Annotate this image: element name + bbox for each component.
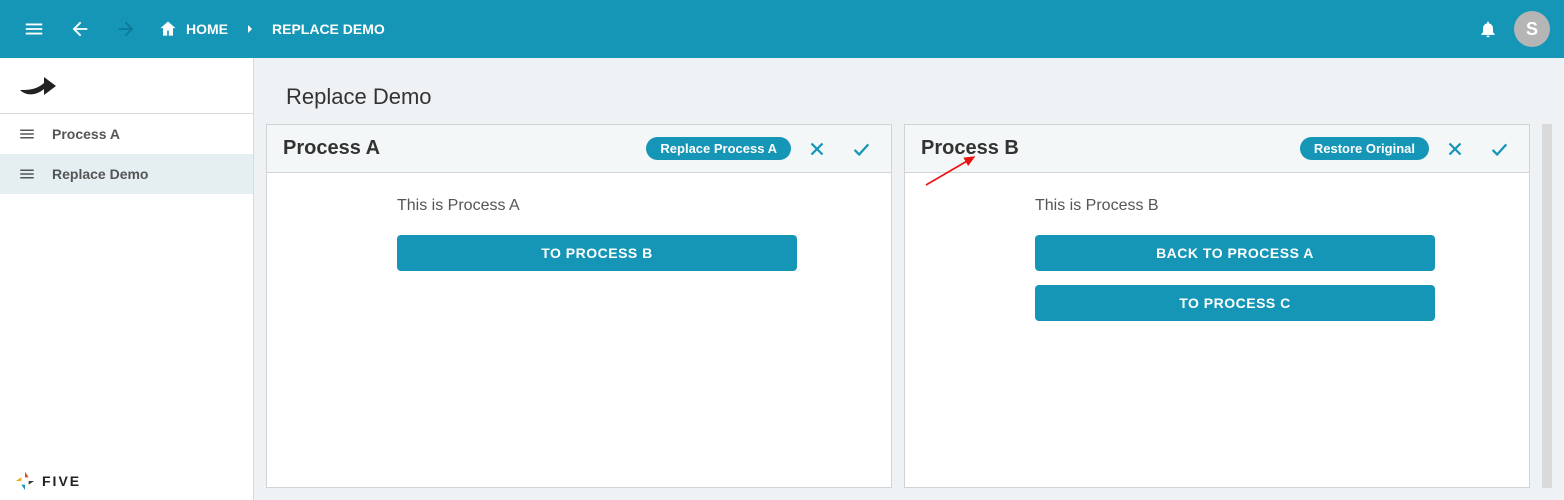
restore-original-button[interactable]: Restore Original: [1300, 137, 1429, 160]
brand-icon: [14, 470, 36, 492]
list-icon: [18, 165, 36, 183]
home-icon: [158, 19, 178, 39]
sidebar-footer-brand: FIVE: [14, 470, 81, 492]
share-arrow-icon: [18, 74, 58, 98]
panel-process-b: Process B Restore Original This is Proce…: [904, 124, 1530, 488]
main-area: Replace Demo Process A Replace Process A: [254, 58, 1564, 500]
page-title: Replace Demo: [266, 70, 1552, 124]
list-icon: [18, 125, 36, 143]
panel-b-close-icon[interactable]: [1437, 131, 1473, 167]
panel-b-text: This is Process B: [1035, 197, 1435, 215]
breadcrumb-home-label: HOME: [186, 21, 228, 37]
avatar-letter: S: [1526, 19, 1538, 40]
chevron-right-icon: [242, 21, 258, 37]
panel-b-title: Process B: [921, 137, 1019, 160]
replace-process-a-button[interactable]: Replace Process A: [646, 137, 791, 160]
panel-a-confirm-icon[interactable]: [843, 131, 879, 167]
breadcrumb: HOME REPLACE DEMO: [158, 19, 385, 39]
panel-a-title: Process A: [283, 137, 380, 160]
back-to-process-a-button[interactable]: BACK TO PROCESS A: [1035, 235, 1435, 271]
brand-label: FIVE: [42, 473, 81, 489]
panel-a-header: Process A Replace Process A: [267, 125, 891, 173]
topbar: HOME REPLACE DEMO S: [0, 0, 1564, 58]
sidebar-item-label: Process A: [52, 126, 120, 142]
back-icon[interactable]: [60, 9, 100, 49]
sidebar-item-process-a[interactable]: Process A: [0, 114, 253, 154]
breadcrumb-current[interactable]: REPLACE DEMO: [272, 21, 385, 37]
sidebar: Process A Replace Demo FIVE: [0, 58, 254, 500]
panel-process-a: Process A Replace Process A This is Proc…: [266, 124, 892, 488]
panel-b-confirm-icon[interactable]: [1481, 131, 1517, 167]
sidebar-item-replace-demo[interactable]: Replace Demo: [0, 154, 253, 194]
to-process-c-button[interactable]: TO PROCESS C: [1035, 285, 1435, 321]
avatar[interactable]: S: [1514, 11, 1550, 47]
panel-a-body: This is Process A TO PROCESS B: [267, 173, 891, 309]
to-process-b-button[interactable]: TO PROCESS B: [397, 235, 797, 271]
panel-a-text: This is Process A: [397, 197, 797, 215]
bell-icon[interactable]: [1468, 9, 1508, 49]
sidebar-item-label: Replace Demo: [52, 166, 148, 182]
panel-a-close-icon[interactable]: [799, 131, 835, 167]
scrollbar[interactable]: [1542, 124, 1552, 488]
panel-b-body: This is Process B BACK TO PROCESS A TO P…: [905, 173, 1529, 359]
menu-icon[interactable]: [14, 9, 54, 49]
sidebar-top: [0, 58, 253, 114]
breadcrumb-home[interactable]: HOME: [158, 19, 228, 39]
forward-icon: [106, 9, 146, 49]
panel-b-header: Process B Restore Original: [905, 125, 1529, 173]
